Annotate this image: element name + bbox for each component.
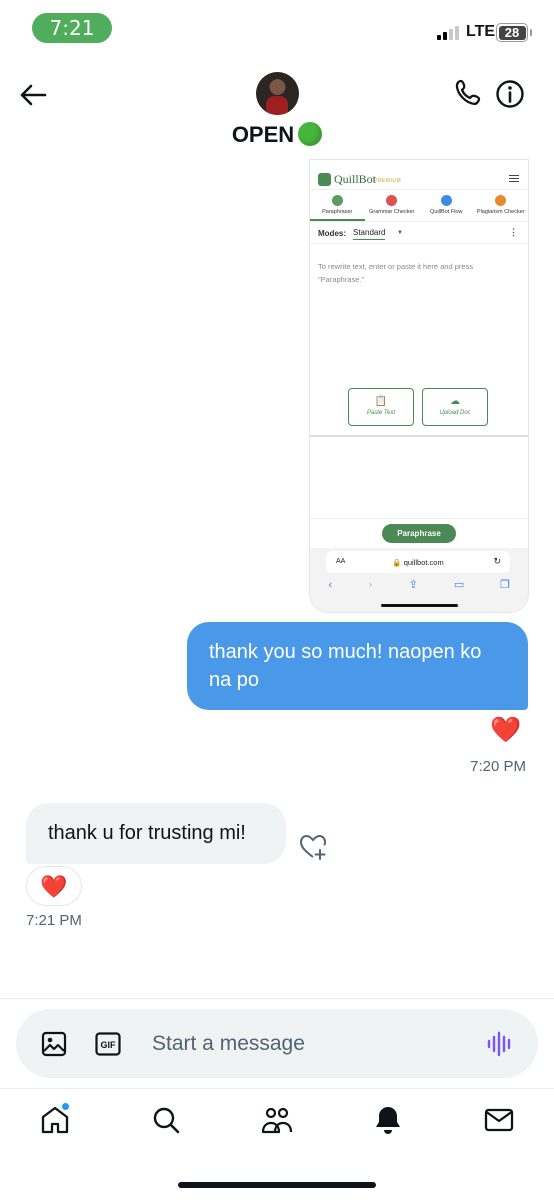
shared-image[interactable]: QuillBot PREMIUM Paraphraser Grammar Che… [310, 160, 528, 612]
home-indicator [381, 604, 458, 607]
browser-back-icon: ‹ [327, 578, 333, 591]
tab-paraphraser: Paraphraser [310, 190, 365, 221]
divider [310, 435, 528, 437]
heart-reaction[interactable]: ❤️ [490, 716, 521, 745]
heart-reaction[interactable]: ❤️ [26, 866, 82, 906]
search-icon [153, 1107, 180, 1134]
browser-nav: ‹ › ⇪ ▭ ❐ [310, 578, 528, 591]
quillbot-logo-icon [318, 173, 331, 186]
back-button[interactable] [18, 80, 48, 110]
signal-icon [437, 26, 459, 40]
paraphrase-button: Paraphrase [382, 524, 456, 543]
caret-down-icon: ▼ [397, 230, 403, 236]
communities-icon [261, 1107, 293, 1134]
home-indicator [178, 1182, 376, 1188]
tab-quillbot-flow: QuillBot Flow [419, 190, 474, 221]
battery-icon: 28 [496, 23, 528, 42]
back-arrow-icon [20, 84, 47, 106]
paste-text-label: Paste Text [366, 410, 396, 416]
call-button[interactable] [452, 78, 484, 110]
share-icon: ⇪ [408, 578, 418, 591]
image-button[interactable] [40, 1030, 68, 1058]
nav-notifications[interactable] [372, 1104, 404, 1136]
gif-icon: GIF [95, 1032, 121, 1056]
paraphraser-icon [331, 195, 343, 206]
phone-icon [455, 79, 481, 106]
contact-name[interactable]: OPEN [0, 122, 554, 148]
flow-icon [440, 195, 452, 206]
tab-plagiarism-checker: Plagiarism Checker [474, 190, 529, 221]
voice-wave-icon [487, 1031, 511, 1057]
message-composer: GIF [16, 1009, 538, 1078]
paste-text-button: 📋 Paste Text [348, 388, 414, 426]
bookmarks-icon: ▭ [453, 578, 465, 591]
reload-icon: ↻ [493, 556, 501, 566]
clipboard-icon: 📋 [374, 396, 388, 407]
input-placeholder: To rewrite text, enter or paste it here … [318, 262, 474, 284]
browser-bar: AA 🔒 quillbot.com ↻ ‹ › ⇪ ▭ ❐ [310, 548, 528, 612]
green-circle-emoji [298, 122, 323, 146]
more-vertical-icon: ⋮ [509, 227, 518, 237]
tab-label: Paraphraser [322, 209, 353, 215]
cloud-upload-icon: ☁ [450, 396, 460, 407]
url-bar: AA 🔒 quillbot.com ↻ [326, 551, 510, 573]
upload-doc-button: ☁ Upload Doc [422, 388, 488, 426]
avatar[interactable] [256, 72, 299, 115]
nav-messages[interactable] [483, 1104, 515, 1136]
tab-label: Plagiarism Checker [476, 209, 525, 215]
contact-name-text: OPEN [231, 122, 295, 147]
quillbot-tabs: Paraphraser Grammar Checker QuillBot Flo… [310, 190, 528, 222]
battery-nub [530, 29, 532, 36]
network-label: LTE [466, 23, 496, 40]
voice-message-button[interactable] [486, 1030, 514, 1058]
browser-forward-icon: › [368, 578, 373, 591]
incoming-message-bubble[interactable]: thank u for trusting mi! [26, 803, 286, 864]
divider [0, 998, 554, 999]
messages-icon [484, 1108, 514, 1132]
outgoing-timestamp: 7:20 PM [470, 758, 526, 775]
url-value: quillbot.com [403, 558, 444, 567]
upload-doc-label: Upload Doc [439, 410, 471, 416]
notification-dot [61, 1102, 70, 1111]
grammar-icon [386, 195, 398, 206]
incoming-timestamp: 7:21 PM [26, 912, 82, 929]
tab-label: QuillBot Flow [430, 209, 463, 215]
notifications-icon [376, 1107, 400, 1134]
gif-label: GIF [101, 1040, 117, 1050]
tabs-icon: ❐ [500, 578, 511, 591]
gif-button[interactable]: GIF [94, 1030, 122, 1058]
quillbot-header: QuillBot PREMIUM [310, 160, 528, 190]
add-reaction-button[interactable] [298, 832, 328, 862]
premium-label: PREMIUM [374, 178, 402, 184]
info-icon [496, 80, 524, 108]
message-input[interactable] [152, 1027, 452, 1061]
outgoing-message-bubble[interactable]: thank you so much! naopen ko na po [187, 622, 528, 710]
status-time: 7:21 [32, 13, 112, 43]
modes-label: Modes: [318, 229, 346, 238]
quillbot-logo-text: QuillBot [334, 172, 377, 186]
mode-value: Standard [353, 228, 386, 240]
tab-grammar-checker: Grammar Checker [365, 190, 420, 221]
modes-row: Modes: Standard ▼ ⋮ [310, 222, 528, 244]
nav-communities[interactable] [261, 1104, 293, 1136]
hamburger-menu-icon [509, 175, 519, 182]
plagiarism-icon [495, 195, 507, 206]
image-icon [41, 1031, 67, 1057]
divider [0, 1088, 554, 1089]
info-button[interactable] [494, 78, 526, 110]
nav-search[interactable] [150, 1104, 182, 1136]
tab-label: Grammar Checker [369, 209, 415, 215]
battery-level: 28 [498, 25, 526, 40]
url-text: 🔒 quillbot.com [392, 558, 444, 567]
heart-plus-icon [299, 834, 327, 860]
paraphrase-bar: Paraphrase [310, 518, 528, 548]
